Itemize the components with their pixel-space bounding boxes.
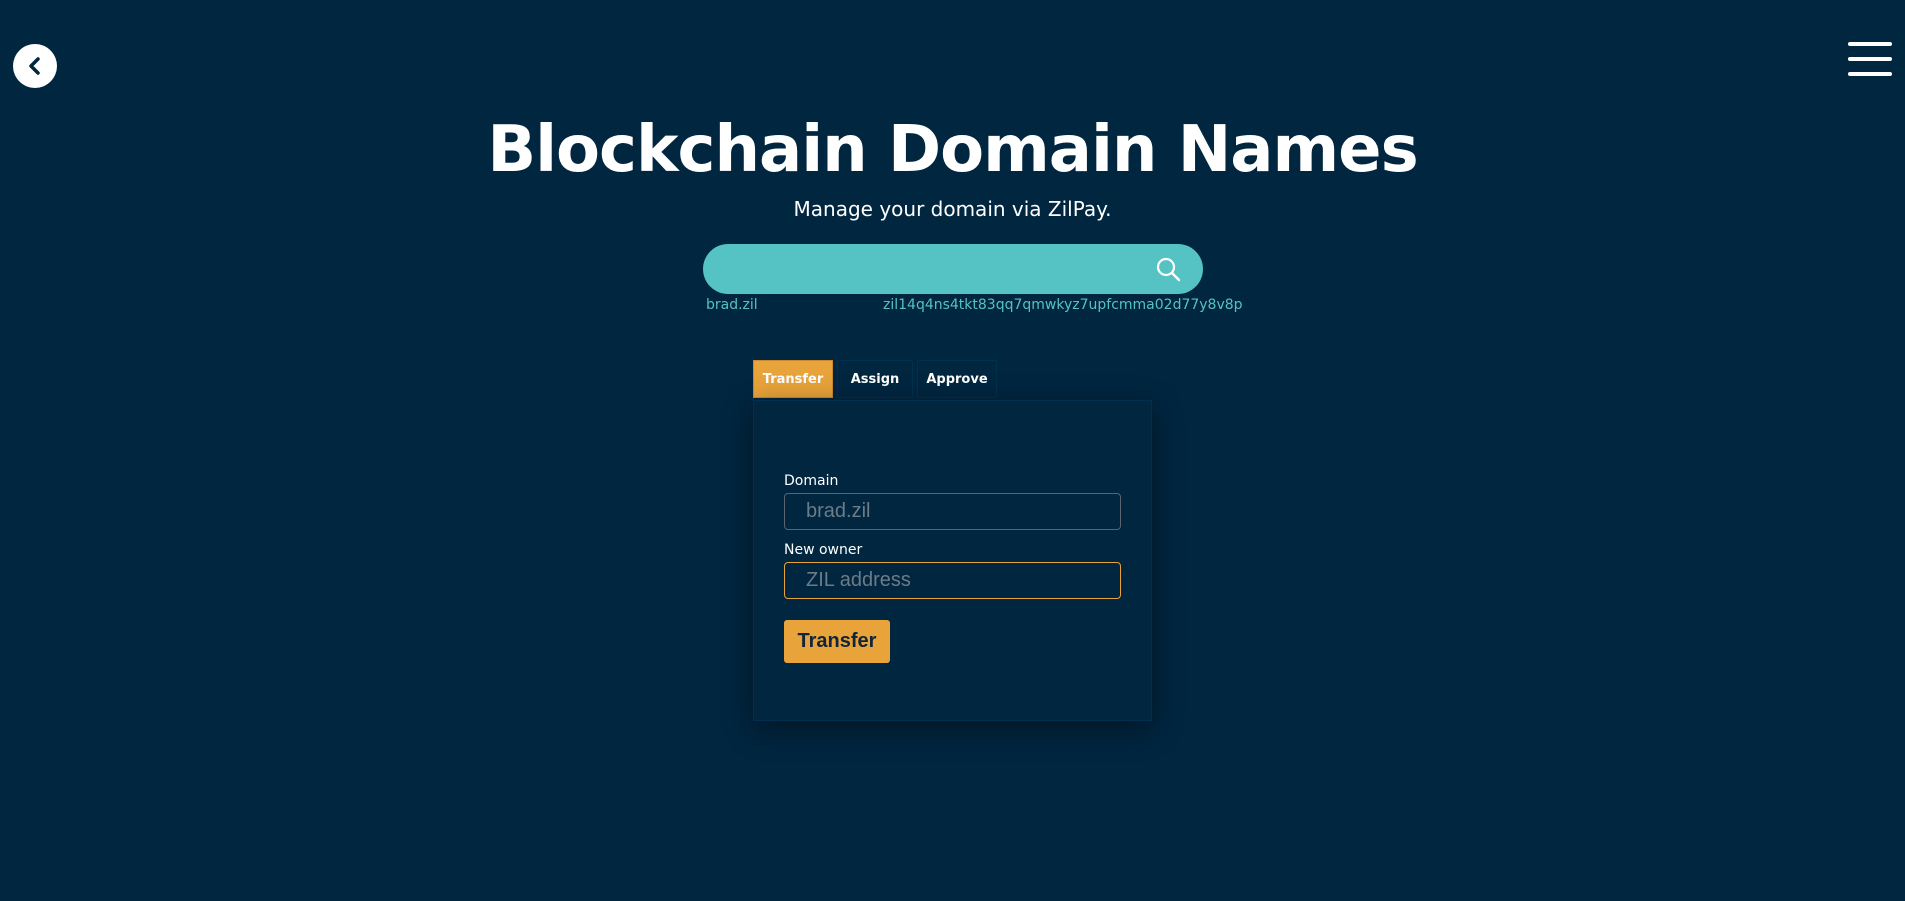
resolved-domain: brad.zil <box>706 297 758 313</box>
page: Blockchain Domain Names Manage your doma… <box>0 0 1905 901</box>
new-owner-label: New owner <box>784 542 863 558</box>
transfer-button[interactable]: Transfer <box>784 620 890 663</box>
tab-transfer[interactable]: Transfer <box>753 360 833 398</box>
page-subtitle: Manage your domain via ZilPay. <box>793 197 1112 221</box>
new-owner-field[interactable] <box>784 562 1121 599</box>
search-bar <box>703 244 1203 296</box>
hamburger-menu-icon[interactable] <box>1848 42 1892 80</box>
resolved-address: zil14q4ns4tkt83qq7qmwkyz7upfcmma02d77y8v… <box>883 297 1243 313</box>
search-input[interactable] <box>727 244 1131 296</box>
tab-approve[interactable]: Approve <box>917 360 997 398</box>
search-icon[interactable] <box>1155 256 1181 282</box>
chevron-left-icon <box>29 57 40 75</box>
domain-label: Domain <box>784 473 839 489</box>
transfer-form-card: Domain New owner Transfer <box>753 400 1152 721</box>
domain-field[interactable] <box>784 493 1121 530</box>
back-button[interactable] <box>13 44 57 88</box>
page-title: Blockchain Domain Names <box>487 113 1418 187</box>
tab-assign[interactable]: Assign <box>837 360 913 398</box>
action-tabs: Transfer Assign Approve <box>753 360 997 400</box>
